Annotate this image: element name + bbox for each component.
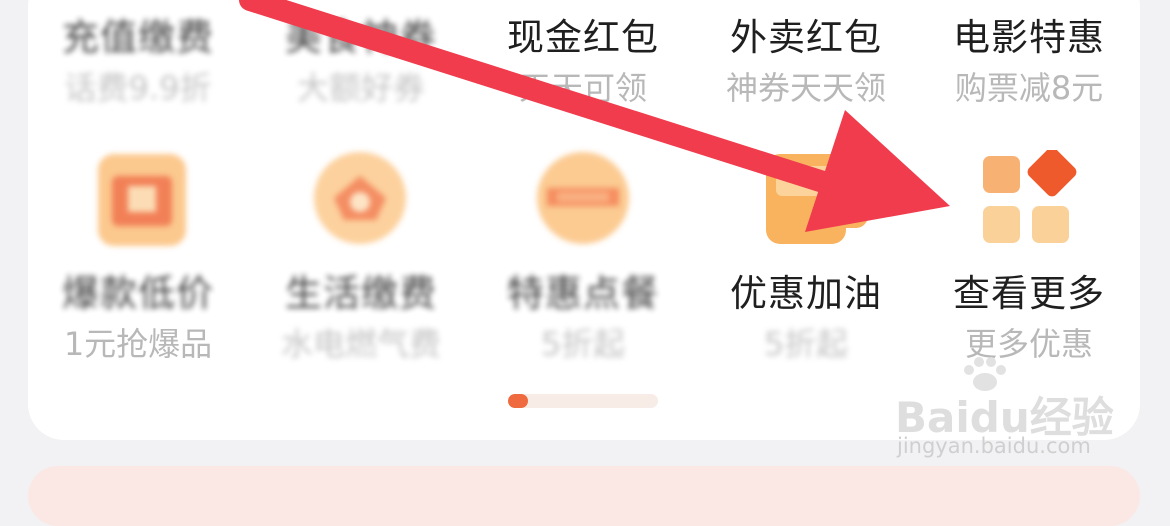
red-arrow-annotation [239, 0, 950, 232]
